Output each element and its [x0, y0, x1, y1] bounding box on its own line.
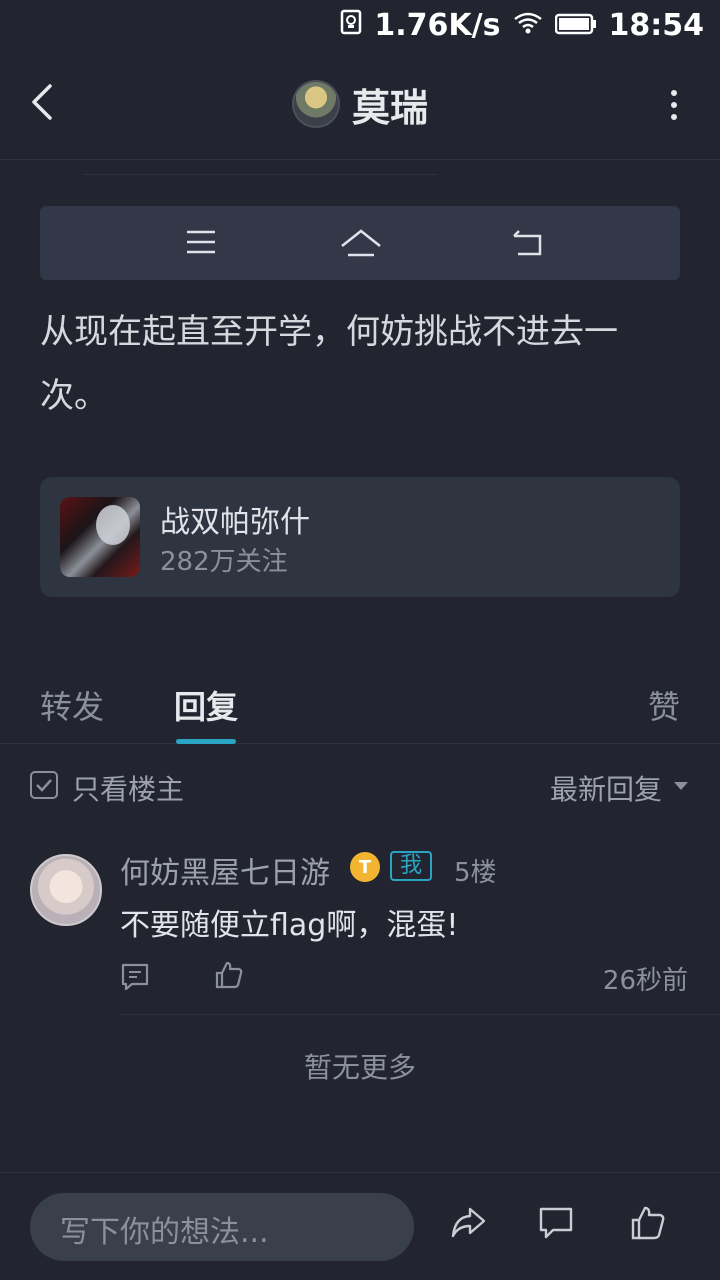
no-more-label: 暂无更多: [303, 1051, 416, 1084]
bottom-bar: 写下你的想法...: [0, 1172, 720, 1280]
more-dot-icon: [671, 102, 677, 108]
tab-replies[interactable]: 回复: [174, 682, 238, 728]
me-badge: 我: [390, 851, 433, 881]
post-content: 从现在起直至开学，何妨挑战不进去一次。: [40, 312, 618, 416]
floor-number: 5楼: [454, 858, 497, 888]
only-op-checkbox[interactable]: [30, 771, 58, 799]
like-icon[interactable]: [214, 960, 244, 994]
return-icon: [513, 230, 542, 256]
commenter-avatar[interactable]: [30, 854, 102, 926]
forum-card[interactable]: 战双帕弥什 282万关注: [40, 477, 680, 597]
comment-item[interactable]: 何妨黑屋七日游 T 我 5楼 不要随便立flag啊，混蛋! 26秒前: [0, 838, 720, 1016]
clock: 18:54: [608, 7, 705, 43]
comment-icon[interactable]: [538, 1205, 574, 1245]
more-options-button[interactable]: [666, 90, 682, 120]
author-avatar[interactable]: [291, 80, 340, 128]
divider: [84, 174, 438, 175]
comment-input-placeholder: 写下你的想法...: [60, 1215, 269, 1250]
comment-time: 26秒前: [602, 966, 688, 996]
reply-icon[interactable]: [120, 962, 150, 996]
thumbs-up-icon[interactable]: [630, 1205, 666, 1245]
network-speed: 1.76K/s: [374, 7, 501, 43]
forum-followers: 282万关注: [160, 547, 288, 577]
sim-card-icon: [340, 8, 362, 43]
battery-icon: [554, 8, 597, 43]
tab-forward[interactable]: 转发: [40, 682, 104, 728]
wifi-icon: [513, 8, 543, 43]
forum-thumbnail: [60, 497, 140, 577]
only-op-label[interactable]: 只看楼主: [72, 768, 184, 808]
comment-input[interactable]: 写下你的想法...: [30, 1193, 414, 1261]
divider: [120, 1014, 720, 1015]
page-title: 莫瑞: [351, 85, 428, 130]
status-bar-right: 1.76K/s 18:54: [340, 6, 704, 44]
status-bar: 1.76K/s 18:54: [0, 0, 720, 50]
caret-down-icon[interactable]: [674, 782, 688, 790]
more-dot-icon: [671, 114, 677, 120]
title-area[interactable]: 莫瑞: [0, 76, 720, 132]
forum-name: 战双帕弥什: [160, 505, 310, 540]
tab-likes[interactable]: 赞: [648, 682, 680, 728]
sort-dropdown[interactable]: 最新回复: [550, 768, 662, 808]
home-icon: [341, 229, 381, 257]
tab-bar: 转发 回复 赞: [0, 660, 720, 744]
menu-icon: [187, 230, 215, 254]
filter-row: 只看楼主 最新回复: [0, 760, 720, 810]
level-badge-icon: T: [350, 852, 380, 882]
post-image[interactable]: [40, 206, 680, 280]
more-dot-icon: [671, 90, 677, 96]
active-tab-indicator: [176, 739, 236, 744]
share-icon[interactable]: [450, 1205, 486, 1245]
top-nav-bar: 莫瑞: [0, 50, 720, 160]
check-icon: [36, 779, 52, 792]
commenter-name[interactable]: 何妨黑屋七日游: [120, 848, 330, 892]
comment-text: 不要随便立flag啊，混蛋!: [120, 908, 459, 943]
